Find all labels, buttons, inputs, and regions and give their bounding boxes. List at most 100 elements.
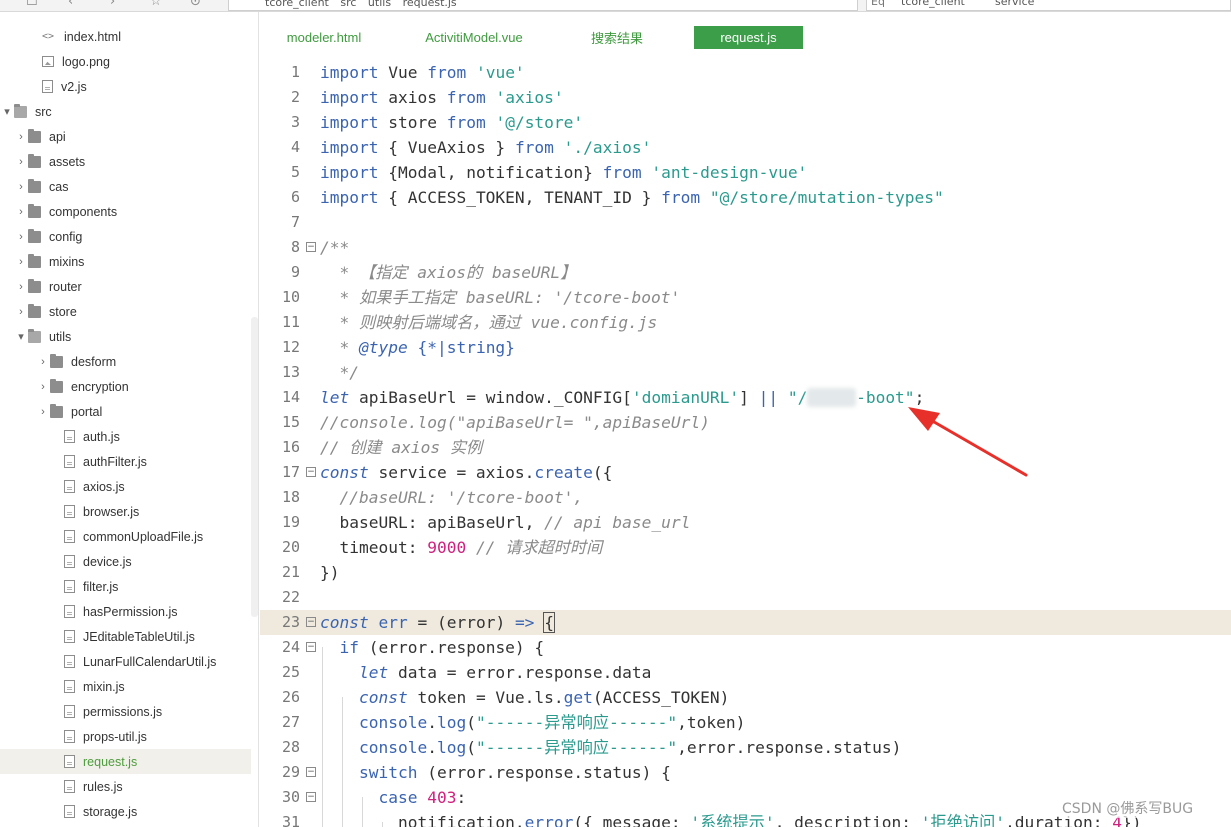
sidebar-item-auth-js[interactable]: auth.js — [0, 424, 251, 449]
sidebar-item-api[interactable]: › api — [0, 124, 251, 149]
breadcrumb[interactable]: tcore_client src utils request.js — [228, 0, 858, 11]
fold-toggle-icon[interactable]: − — [306, 767, 316, 777]
sidebar-item-store[interactable]: › store — [0, 299, 251, 324]
run-icon[interactable]: ⊙ — [190, 0, 201, 9]
code-line[interactable]: 22 — [260, 585, 1231, 610]
breadcrumb-segment[interactable]: utils — [368, 0, 391, 9]
sidebar-item-components[interactable]: › components — [0, 199, 251, 224]
code-line[interactable]: 1 import Vue from 'vue' — [260, 60, 1231, 85]
code-line[interactable]: 6 import { ACCESS_TOKEN, TENANT_ID } from… — [260, 185, 1231, 210]
code-line[interactable]: 4 import { VueAxios } from './axios' — [260, 135, 1231, 160]
code-line[interactable]: 17− const service = axios.create({ — [260, 460, 1231, 485]
tab-search-results[interactable]: 搜索结果 — [570, 26, 664, 49]
code-line[interactable]: 20 timeout: 9000 // 请求超时时间 — [260, 535, 1231, 560]
breadcrumb-segment[interactable]: tcore_client — [265, 0, 329, 9]
sidebar-item-commonuploadfile-js[interactable]: commonUploadFile.js — [0, 524, 251, 549]
code-line[interactable]: 27 console.log("------异常响应------",token) — [260, 710, 1231, 735]
code-line[interactable]: 5 import {Modal, notification} from 'ant-… — [260, 160, 1231, 185]
code-line[interactable]: 13 */ — [260, 360, 1231, 385]
fold-toggle-icon[interactable]: − — [306, 242, 316, 252]
code-line[interactable]: 10 * 如果手工指定 baseURL: '/tcore-boot' — [260, 285, 1231, 310]
chevron-right-icon[interactable]: › — [14, 231, 28, 243]
sidebar-item-index-html[interactable]: <> index.html — [0, 24, 251, 49]
chevron-right-icon[interactable]: › — [14, 156, 28, 168]
sidebar-item-src[interactable]: ▾ src — [0, 99, 251, 124]
sidebar-item-cas[interactable]: › cas — [0, 174, 251, 199]
sidebar-scrollbar[interactable] — [251, 317, 258, 617]
search-query[interactable]: service — [995, 0, 1034, 8]
code-line[interactable]: 9 * 【指定 axios的 baseURL】 — [260, 260, 1231, 285]
sidebar-item-assets[interactable]: › assets — [0, 149, 251, 174]
sidebar-item-request-js[interactable]: request.js — [0, 749, 251, 774]
star-icon[interactable]: ☆ — [150, 0, 162, 9]
code-line[interactable]: 3 import store from '@/store' — [260, 110, 1231, 135]
code-line[interactable]: 21}) — [260, 560, 1231, 585]
tab-modeler-html[interactable]: modeler.html — [272, 26, 376, 49]
chevron-right-icon[interactable]: › — [36, 381, 50, 393]
code-line[interactable]: 14 let apiBaseUrl = window._CONFIG['domia… — [260, 385, 1231, 410]
code-editor[interactable]: 1 import Vue from 'vue' 2 import axios fro… — [260, 60, 1231, 827]
sidebar-item-props-util-js[interactable]: props-util.js — [0, 724, 251, 749]
code-line[interactable]: 8−/** — [260, 235, 1231, 260]
breadcrumb-segment[interactable]: src — [340, 0, 356, 9]
fold-toggle-icon[interactable]: − — [306, 617, 316, 627]
checkbox-icon[interactable]: ☐ — [26, 0, 38, 9]
code-line[interactable]: 24− if (error.response) { — [260, 635, 1231, 660]
sidebar-item-haspermission-js[interactable]: hasPermission.js — [0, 599, 251, 624]
sidebar-item-portal[interactable]: › portal — [0, 399, 251, 424]
code-line[interactable]: 15//console.log("apiBaseUrl= ",apiBaseUr… — [260, 410, 1231, 435]
chevron-right-icon[interactable]: › — [36, 406, 50, 418]
chevron-right-icon[interactable]: › — [14, 256, 28, 268]
sidebar-item-config[interactable]: › config — [0, 224, 251, 249]
breadcrumb-segment[interactable]: request.js — [403, 0, 457, 9]
chevron-right-icon[interactable]: › — [36, 356, 50, 368]
sidebar-item-authfilter-js[interactable]: authFilter.js — [0, 449, 251, 474]
chevron-right-icon[interactable]: › — [14, 281, 28, 293]
code-line[interactable]: 19 baseURL: apiBaseUrl, // api base_url — [260, 510, 1231, 535]
code-line[interactable]: 26 const token = Vue.ls.get(ACCESS_TOKEN… — [260, 685, 1231, 710]
forward-icon[interactable]: › — [110, 0, 115, 9]
code-line[interactable]: 12 * @type {*|string} — [260, 335, 1231, 360]
sidebar-item-rules-js[interactable]: rules.js — [0, 774, 251, 799]
sidebar-item-filter-js[interactable]: filter.js — [0, 574, 251, 599]
sidebar-item-storage-js[interactable]: storage.js — [0, 799, 251, 824]
chevron-right-icon[interactable]: › — [14, 181, 28, 193]
fold-toggle-icon[interactable]: − — [306, 642, 316, 652]
code-line[interactable]: 18 //baseURL: '/tcore-boot', — [260, 485, 1231, 510]
sidebar-item-mixin-js[interactable]: mixin.js — [0, 674, 251, 699]
sidebar-item-axios-js[interactable]: axios.js — [0, 474, 251, 499]
chevron-down-icon[interactable]: ▾ — [0, 105, 14, 118]
line-number: 18 — [281, 488, 300, 506]
code-line[interactable]: 28 console.log("------异常响应------",error.… — [260, 735, 1231, 760]
code-line[interactable]: 7 — [260, 210, 1231, 235]
code-line[interactable]: 25 let data = error.response.data — [260, 660, 1231, 685]
sidebar-item-logo-png[interactable]: logo.png — [0, 49, 251, 74]
sidebar-item-encryption[interactable]: › encryption — [0, 374, 251, 399]
back-icon[interactable]: ‹ — [68, 0, 73, 9]
search-scope[interactable]: tcore_client — [901, 0, 965, 8]
sidebar-item-v2-js[interactable]: v2.js — [0, 74, 251, 99]
code-line[interactable]: 29− switch (error.response.status) { — [260, 760, 1231, 785]
sidebar-item-desform[interactable]: › desform — [0, 349, 251, 374]
tab-request-js[interactable]: request.js — [694, 26, 803, 49]
chevron-right-icon[interactable]: › — [14, 131, 28, 143]
sidebar-item-mixins[interactable]: › mixins — [0, 249, 251, 274]
sidebar-item-jeditabletableutil-js[interactable]: JEditableTableUtil.js — [0, 624, 251, 649]
fold-toggle-icon[interactable]: − — [306, 792, 316, 802]
sidebar-item-permissions-js[interactable]: permissions.js — [0, 699, 251, 724]
chevron-right-icon[interactable]: › — [14, 206, 28, 218]
sidebar-item-utils[interactable]: ▾ utils — [0, 324, 251, 349]
code-line[interactable]: 2 import axios from 'axios' — [260, 85, 1231, 110]
sidebar-item-browser-js[interactable]: browser.js — [0, 499, 251, 524]
code-line-current[interactable]: 23− const err = (error) => { — [260, 610, 1231, 635]
code-line[interactable]: 11 * 则映射后端域名，通过 vue.config.js — [260, 310, 1231, 335]
search-input[interactable]: Eq tcore_client service — [866, 0, 1231, 11]
sidebar-item-device-js[interactable]: device.js — [0, 549, 251, 574]
sidebar-item-lunarfullcalendarutil-js[interactable]: LunarFullCalendarUtil.js — [0, 649, 251, 674]
tab-activiti-model-vue[interactable]: ActivitiModel.vue — [408, 26, 540, 49]
fold-toggle-icon[interactable]: − — [306, 467, 316, 477]
code-line[interactable]: 16// 创建 axios 实例 — [260, 435, 1231, 460]
chevron-down-icon[interactable]: ▾ — [14, 330, 28, 343]
chevron-right-icon[interactable]: › — [14, 306, 28, 318]
sidebar-item-router[interactable]: › router — [0, 274, 251, 299]
